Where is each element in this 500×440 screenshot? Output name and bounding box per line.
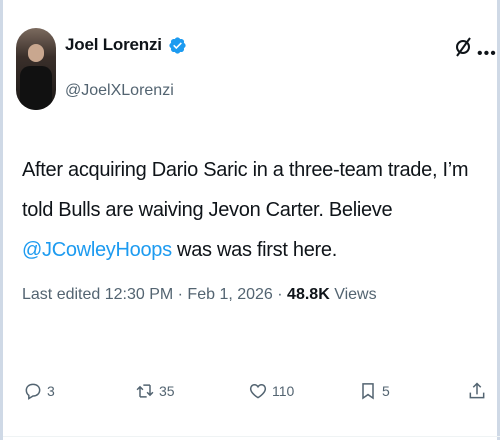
share-icon [469,382,485,399]
author-handle[interactable]: @JoelXLorenzi [65,82,174,100]
views-count: 48.8K [287,286,330,303]
tweet-text-part1: After acquiring Dario Saric in a three-t… [22,159,469,221]
retweet-button[interactable]: 35 [135,380,175,402]
bookmark-icon [362,383,374,400]
more-dot: • [490,45,497,62]
tweet-actions: 3 35 110 5 [3,380,500,416]
tweet-card: Joel Lorenzi @JoelXLorenzi ••• After acq… [0,0,500,440]
bookmark-button[interactable]: 5 [358,380,390,402]
more-dot: • [477,45,484,62]
tweet-text-part2: was was first here. [171,239,337,261]
views-label: Views [329,286,377,303]
bookmark-count: 5 [382,383,390,399]
more-icon[interactable]: ••• [477,45,497,63]
tweet-meta: Last edited 12:30 PM · Feb 1, 2026 · 48.… [22,286,377,304]
reply-icon [25,383,41,400]
tweet-text: After acquiring Dario Saric in a three-t… [22,150,487,270]
author-name-row: Joel Lorenzi [65,35,187,55]
bottom-divider [3,436,500,437]
verified-badge-icon[interactable] [168,36,187,55]
grok-icon[interactable] [455,36,473,58]
retweet-icon [136,384,154,398]
avatar-body [20,66,52,110]
reply-button[interactable]: 3 [23,380,55,402]
avatar-face [28,44,44,62]
edited-timestamp[interactable]: Last edited 12:30 PM · Feb 1, 2026 · [22,286,287,303]
like-button[interactable]: 110 [248,380,294,402]
retweet-count: 35 [159,383,175,399]
like-count: 110 [272,383,295,399]
author-display-name[interactable]: Joel Lorenzi [65,35,162,55]
tweet-mention-link[interactable]: @JCowleyHoops [22,239,172,261]
share-button[interactable] [467,380,491,402]
more-dot: • [483,45,491,62]
reply-count: 3 [47,383,55,399]
avatar[interactable] [16,28,56,110]
like-icon [249,383,267,399]
